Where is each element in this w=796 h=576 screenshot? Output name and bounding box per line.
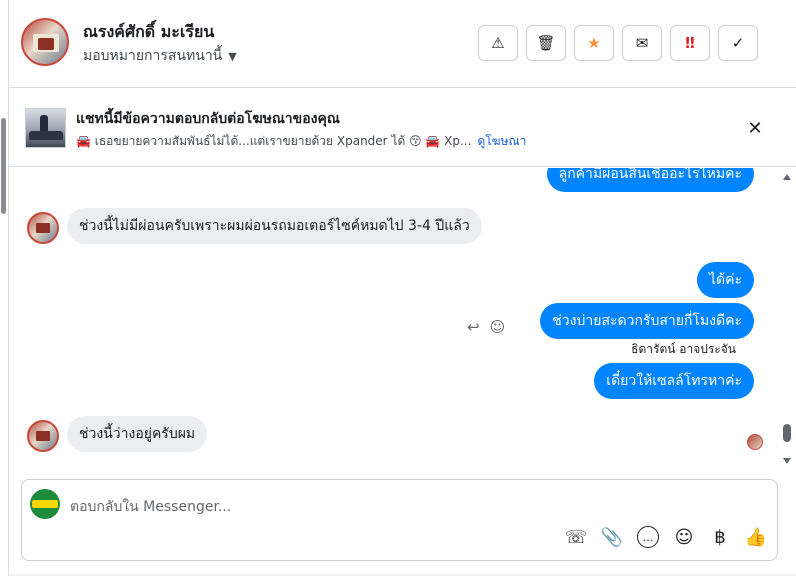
ad-reply-banner: แชทนี้มีข้อความตอบกลับต่อโฆษณาของคุณ 🚘 เ… xyxy=(9,89,796,167)
assign-conversation-dropdown[interactable]: มอบหมายการสนทนานี้ ▼ xyxy=(83,45,237,67)
double-exclamation-icon: ‼ xyxy=(685,34,695,52)
scroll-down-arrow-icon[interactable] xyxy=(783,458,791,464)
sender-name: ธิดารัตน์ อาจประจัน xyxy=(631,342,736,356)
message-bubble-incoming[interactable]: ช่วงนี้ไม่มีผ่อนครับเพราะผมผ่อนรถมอเตอร์… xyxy=(67,208,482,244)
seen-avatar xyxy=(747,434,763,450)
reply-input[interactable]: ตอบกลับใน Messenger... xyxy=(70,496,231,518)
message-bubble-outgoing[interactable]: ลูกค้ามีผ่อนสินเชื่ออะไรไหมคะ xyxy=(546,168,754,192)
scrollbar-thumb[interactable] xyxy=(783,424,791,442)
mark-done-button[interactable]: ✓ xyxy=(718,25,758,61)
contact-avatar-small[interactable] xyxy=(27,420,59,452)
view-ad-link[interactable]: ดูโฆษณา xyxy=(477,134,526,148)
message-bubble-outgoing[interactable]: เดี๋ยวให้เซลล์โทรหาค่ะ xyxy=(594,363,754,399)
ad-thumbnail[interactable] xyxy=(25,108,66,148)
report-button[interactable]: ⚠ xyxy=(478,25,518,61)
assign-label: มอบหมายการสนทนานี้ xyxy=(83,48,223,64)
mark-unread-button[interactable]: ✉ xyxy=(622,25,662,61)
warning-icon: ⚠ xyxy=(491,34,505,52)
composer-toolbar: ☏ 📎 … ☺ ฿ 👍 xyxy=(565,526,767,548)
ad-snippet-text: 🚘 เธอขยายความสัมพันธ์ไม่ได้...แต่เราขยาย… xyxy=(76,134,472,148)
page-avatar xyxy=(30,489,60,519)
message-bubble-outgoing[interactable]: ได้ค่ะ xyxy=(696,262,754,298)
contact-avatar-small[interactable] xyxy=(27,212,59,244)
delete-button[interactable]: 🗑 xyxy=(526,25,566,61)
star-icon: ★ xyxy=(587,34,601,52)
mail-icon: ✉ xyxy=(635,34,649,52)
emoji-icon[interactable]: ☺ xyxy=(673,526,695,548)
caret-down-icon: ▼ xyxy=(228,49,237,63)
left-panel-edge xyxy=(0,0,9,576)
reply-composer[interactable]: ตอบกลับใน Messenger... ☏ 📎 … ☺ ฿ 👍 xyxy=(21,479,778,561)
contact-avatar[interactable] xyxy=(21,18,69,66)
ad-banner-title: แชทนี้มีข้อความตอบกลับต่อโฆษณาของคุณ xyxy=(76,111,340,127)
conversation-panel: ณรงค์ศักดิ์ มะเรียน มอบหมายการสนทนานี้ ▼… xyxy=(9,0,796,574)
attachment-icon[interactable]: 📎 xyxy=(601,526,623,548)
mark-spam-button[interactable]: ‼ xyxy=(670,25,710,61)
call-icon[interactable]: ☏ xyxy=(565,526,588,548)
ad-banner-snippet: 🚘 เธอขยายความสัมพันธ์ไม่ได้...แต่เราขยาย… xyxy=(76,132,526,151)
message-actions: ↩ ☺ xyxy=(467,318,505,336)
left-scrollbar-thumb[interactable] xyxy=(1,118,6,214)
contact-name[interactable]: ณรงค์ศักดิ์ มะเรียน xyxy=(83,20,214,45)
reply-icon[interactable]: ↩ xyxy=(467,318,480,336)
saved-reply-icon[interactable]: … xyxy=(637,526,659,548)
conversation-header: ณรงค์ศักดิ์ มะเรียน มอบหมายการสนทนานี้ ▼… xyxy=(9,0,796,88)
message-bubble-outgoing[interactable]: ช่วงบ่ายสะดวกรับสายกี่โมงดีคะ xyxy=(540,303,754,339)
star-button[interactable]: ★ xyxy=(574,25,614,61)
message-bubble-incoming[interactable]: ช่วงนี้ว่างอยู่ครับผม xyxy=(67,416,208,452)
close-icon[interactable]: ✕ xyxy=(744,117,766,139)
trash-icon: 🗑 xyxy=(536,34,556,52)
like-icon[interactable]: 👍 xyxy=(745,526,767,548)
scroll-up-arrow-icon[interactable] xyxy=(783,174,791,180)
message-scrollbar[interactable] xyxy=(779,168,796,470)
payment-baht-icon[interactable]: ฿ xyxy=(709,526,731,548)
check-icon: ✓ xyxy=(731,34,745,52)
message-list: ลูกค้ามีผ่อนสินเชื่ออะไรไหมคะ ช่วงนี้ไม่… xyxy=(9,168,779,470)
react-emoji-icon[interactable]: ☺ xyxy=(490,318,506,336)
